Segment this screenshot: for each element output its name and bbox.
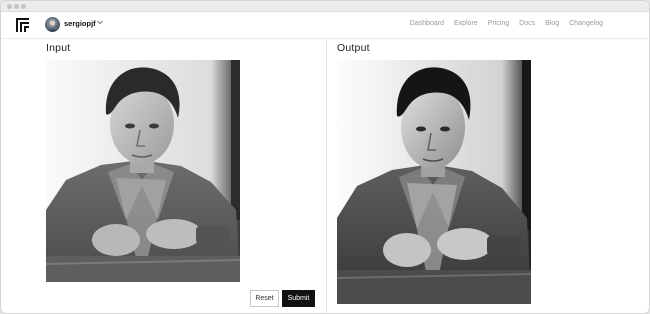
input-portrait-photo xyxy=(46,60,240,282)
nav-link-explore[interactable]: Explore xyxy=(454,20,478,27)
input-image xyxy=(46,60,240,282)
replicate-logo-icon[interactable] xyxy=(15,17,30,32)
browser-window: sergiopjf Dashboard Explore Pricing Docs… xyxy=(0,0,650,314)
window-maximize-dot[interactable] xyxy=(21,4,26,9)
nav-link-changelog[interactable]: Changelog xyxy=(569,20,603,27)
panel-divider xyxy=(326,39,327,313)
output-portrait-photo xyxy=(337,60,531,304)
username-label[interactable]: sergiopjf xyxy=(64,19,96,28)
input-panel-title: Input xyxy=(46,42,71,54)
window-close-dot[interactable] xyxy=(7,4,12,9)
window-minimize-dot[interactable] xyxy=(14,4,19,9)
output-panel-title: Output xyxy=(337,42,370,54)
nav-link-dashboard[interactable]: Dashboard xyxy=(410,20,444,27)
nav-link-blog[interactable]: Blog xyxy=(545,20,559,27)
nav-link-pricing[interactable]: Pricing xyxy=(488,20,509,27)
user-avatar[interactable] xyxy=(45,17,60,32)
nav-links: Dashboard Explore Pricing Docs Blog Chan… xyxy=(410,20,603,27)
nav-link-docs[interactable]: Docs xyxy=(519,20,535,27)
top-navbar: sergiopjf Dashboard Explore Pricing Docs… xyxy=(1,12,649,39)
chevron-down-icon[interactable] xyxy=(96,18,104,26)
window-titlebar xyxy=(1,1,649,12)
submit-button[interactable]: Submit xyxy=(282,290,315,307)
reset-button[interactable]: Reset xyxy=(250,290,279,307)
output-image xyxy=(337,60,531,304)
